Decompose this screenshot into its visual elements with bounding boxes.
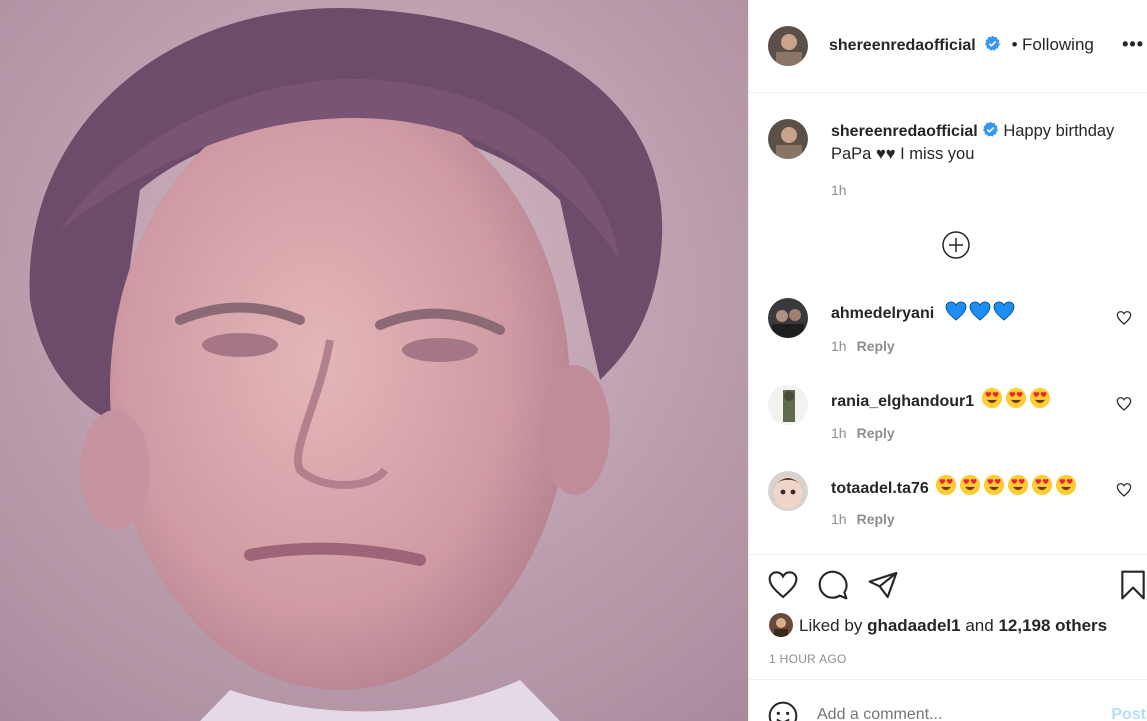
comment-icon[interactable] (817, 569, 849, 601)
post-header: shereenredaofficial • Following ••• (749, 0, 1147, 93)
post-timestamp[interactable]: 1 HOUR AGO (769, 652, 847, 666)
liked-by-prefix: Liked by (799, 616, 863, 635)
commenter-avatar[interactable] (768, 298, 808, 338)
heart-eyes-emoji-icon (981, 387, 1002, 409)
likes-connector: and (965, 616, 994, 635)
like-comment-icon[interactable] (1116, 396, 1132, 412)
post-actions: Liked by ghadaadel1 and 12,198 others 1 … (749, 554, 1147, 721)
heart-eyes-emoji-icon (1056, 474, 1077, 496)
heart-eyes-emoji-icon (1032, 474, 1053, 496)
caption-username[interactable]: shereenredaofficial (831, 123, 978, 140)
heart-eyes-emoji-icon (984, 474, 1005, 496)
comment-username[interactable]: ahmedelryani (831, 305, 934, 322)
likes-count[interactable]: 12,198 others (998, 616, 1107, 635)
portrait-image (0, 0, 748, 721)
post-comment-button[interactable]: Post (1111, 706, 1146, 721)
blue-heart-icon (969, 301, 991, 321)
like-icon[interactable] (767, 569, 799, 601)
reply-button[interactable]: Reply (857, 511, 895, 527)
comment-username[interactable]: totaadel.ta76 (831, 480, 929, 497)
liker-avatar[interactable] (769, 613, 793, 637)
author-avatar[interactable] (768, 26, 808, 66)
comment-time[interactable]: 1h (831, 511, 847, 527)
save-bookmark-icon[interactable] (1117, 569, 1147, 601)
like-comment-icon[interactable] (1116, 482, 1132, 498)
comment-line: ahmedelryani (831, 301, 1015, 323)
commenter-avatar[interactable] (768, 385, 808, 425)
load-more-comments-icon[interactable] (941, 230, 971, 260)
add-comment-bar: Post (749, 679, 1147, 721)
post-photo[interactable] (0, 0, 748, 721)
heart-eyes-emoji-icon (1005, 387, 1026, 409)
emoji-picker-icon[interactable] (767, 700, 799, 721)
heart-eyes-emoji-icon (936, 474, 957, 496)
comment-emojis (943, 301, 1015, 322)
following-button[interactable]: Following (1022, 35, 1094, 54)
comments-section[interactable]: shereenredaofficial Happy birthday PaPa … (749, 94, 1147, 554)
heart-eyes-emoji-icon (960, 474, 981, 496)
share-icon[interactable] (867, 569, 899, 601)
liker-username[interactable]: ghadaadel1 (867, 616, 961, 635)
comment-line: rania_elghandour1 (831, 387, 1051, 411)
more-options-icon[interactable]: ••• (1122, 34, 1144, 55)
comment-meta: 1h Reply (831, 511, 895, 527)
comment-time[interactable]: 1h (831, 425, 847, 441)
comment-time[interactable]: 1h (831, 338, 847, 354)
blue-heart-icon (945, 301, 967, 321)
reply-button[interactable]: Reply (857, 425, 895, 441)
verified-icon (985, 35, 1001, 51)
comment-username[interactable]: rania_elghandour1 (831, 393, 974, 410)
reply-button[interactable]: Reply (857, 338, 895, 354)
follow-separator: • (1011, 35, 1018, 54)
comment-line: totaadel.ta76 (831, 474, 1077, 498)
commenter-avatar[interactable] (768, 471, 808, 511)
author-username[interactable]: shereenredaofficial (829, 37, 976, 54)
caption-avatar[interactable] (768, 119, 808, 159)
comment-meta: 1h Reply (831, 425, 895, 441)
comment-emojis (979, 387, 1051, 410)
likes-summary: Liked by ghadaadel1 and 12,198 others (769, 613, 1107, 637)
heart-eyes-emoji-icon (1029, 387, 1050, 409)
caption-time[interactable]: 1h (831, 182, 847, 198)
caption: shereenredaofficial Happy birthday PaPa … (831, 120, 1143, 165)
add-comment-input[interactable] (817, 706, 1077, 721)
blue-heart-icon (993, 301, 1015, 321)
like-comment-icon[interactable] (1116, 310, 1132, 326)
verified-icon (982, 121, 998, 137)
post-panel: shereenredaofficial • Following ••• sher… (748, 0, 1147, 721)
heart-eyes-emoji-icon (1008, 474, 1029, 496)
comment-emojis (933, 474, 1077, 497)
comment-meta: 1h Reply (831, 338, 895, 354)
